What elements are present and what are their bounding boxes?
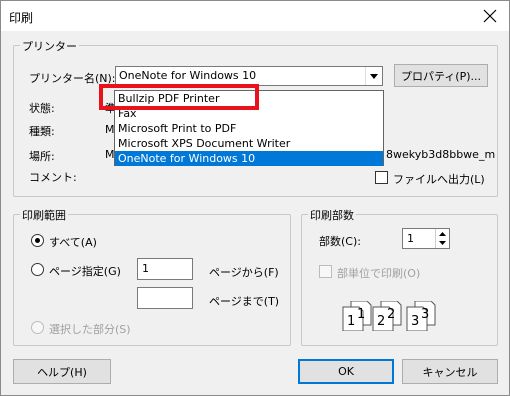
- collate-page-2a: 2: [377, 314, 386, 329]
- location-label: 場所:: [29, 150, 55, 163]
- copies-count-label: 部数(C):: [319, 235, 361, 248]
- range-selection-radio[interactable]: [31, 321, 44, 334]
- range-pages-radio[interactable]: [31, 263, 44, 276]
- print-to-file-checkbox[interactable]: [375, 171, 388, 184]
- close-button[interactable]: [477, 4, 503, 28]
- help-button[interactable]: ヘルプ(H): [13, 359, 111, 384]
- page-to-suffix: ページまで(T): [209, 295, 280, 308]
- copies-count-spinner[interactable]: 1: [402, 228, 450, 249]
- dropdown-item-ms-print-to-pdf[interactable]: Microsoft Print to PDF: [115, 121, 383, 136]
- properties-button[interactable]: プロパティ(P)...: [394, 64, 488, 87]
- collate-page-3a: 3: [411, 314, 420, 329]
- chevron-down-icon[interactable]: [365, 67, 382, 85]
- collate-label[interactable]: 部単位で印刷(O): [337, 265, 420, 281]
- status-label: 状態:: [29, 102, 55, 115]
- page-from-suffix: ページから(F): [209, 266, 279, 279]
- range-all-radio[interactable]: [31, 234, 44, 247]
- location-value-tail: 8wekyb3d8bbwe_m: [386, 148, 496, 161]
- cancel-button[interactable]: キャンセル: [402, 359, 498, 384]
- print-to-file-label[interactable]: ファイルへ出力(L): [393, 171, 485, 187]
- collate-page-2b: 2: [387, 307, 396, 322]
- spin-down-icon[interactable]: [436, 239, 449, 249]
- range-selection-label[interactable]: 選択した部分(S): [49, 321, 131, 337]
- comment-label: コメント:: [29, 171, 77, 184]
- printer-name-combo[interactable]: OneNote for Windows 10: [115, 66, 383, 86]
- collate-set-2-icon: 2 2: [371, 300, 405, 334]
- collate-checkbox[interactable]: [319, 265, 332, 278]
- collate-page-1b: 1: [357, 307, 366, 322]
- ok-button[interactable]: OK: [298, 359, 394, 384]
- copies-group-label: 印刷部数: [308, 207, 356, 223]
- print-dialog: 印刷 プリンター プリンター名(N): OneNote for Windows …: [0, 0, 510, 396]
- collate-page-3b: 3: [421, 307, 430, 322]
- copies-count-value: 1: [407, 232, 414, 245]
- dropdown-item-onenote[interactable]: OneNote for Windows 10: [115, 151, 383, 166]
- collate-set-3-icon: 3 3: [405, 300, 439, 334]
- annotation-highlight-box: [99, 84, 259, 110]
- page-from-input[interactable]: 1: [137, 258, 193, 280]
- window-title: 印刷: [9, 11, 34, 25]
- collate-set-1-icon: 1 1: [341, 300, 375, 334]
- page-to-input[interactable]: [137, 287, 193, 309]
- close-icon: [483, 9, 497, 23]
- collate-page-1a: 1: [347, 314, 356, 329]
- spin-up-icon[interactable]: [436, 229, 449, 239]
- range-pages-label[interactable]: ページ指定(G): [49, 263, 121, 279]
- title-bar: 印刷: [1, 1, 509, 31]
- printer-group-label: プリンター: [20, 38, 79, 54]
- type-label: 種類:: [29, 125, 55, 138]
- printer-name-value: OneNote for Windows 10: [119, 69, 257, 82]
- dropdown-item-ms-xps-writer[interactable]: Microsoft XPS Document Writer: [115, 136, 383, 151]
- print-range-group-label: 印刷範囲: [20, 207, 68, 223]
- page-from-value: 1: [142, 262, 149, 275]
- range-all-label[interactable]: すべて(A): [49, 234, 97, 250]
